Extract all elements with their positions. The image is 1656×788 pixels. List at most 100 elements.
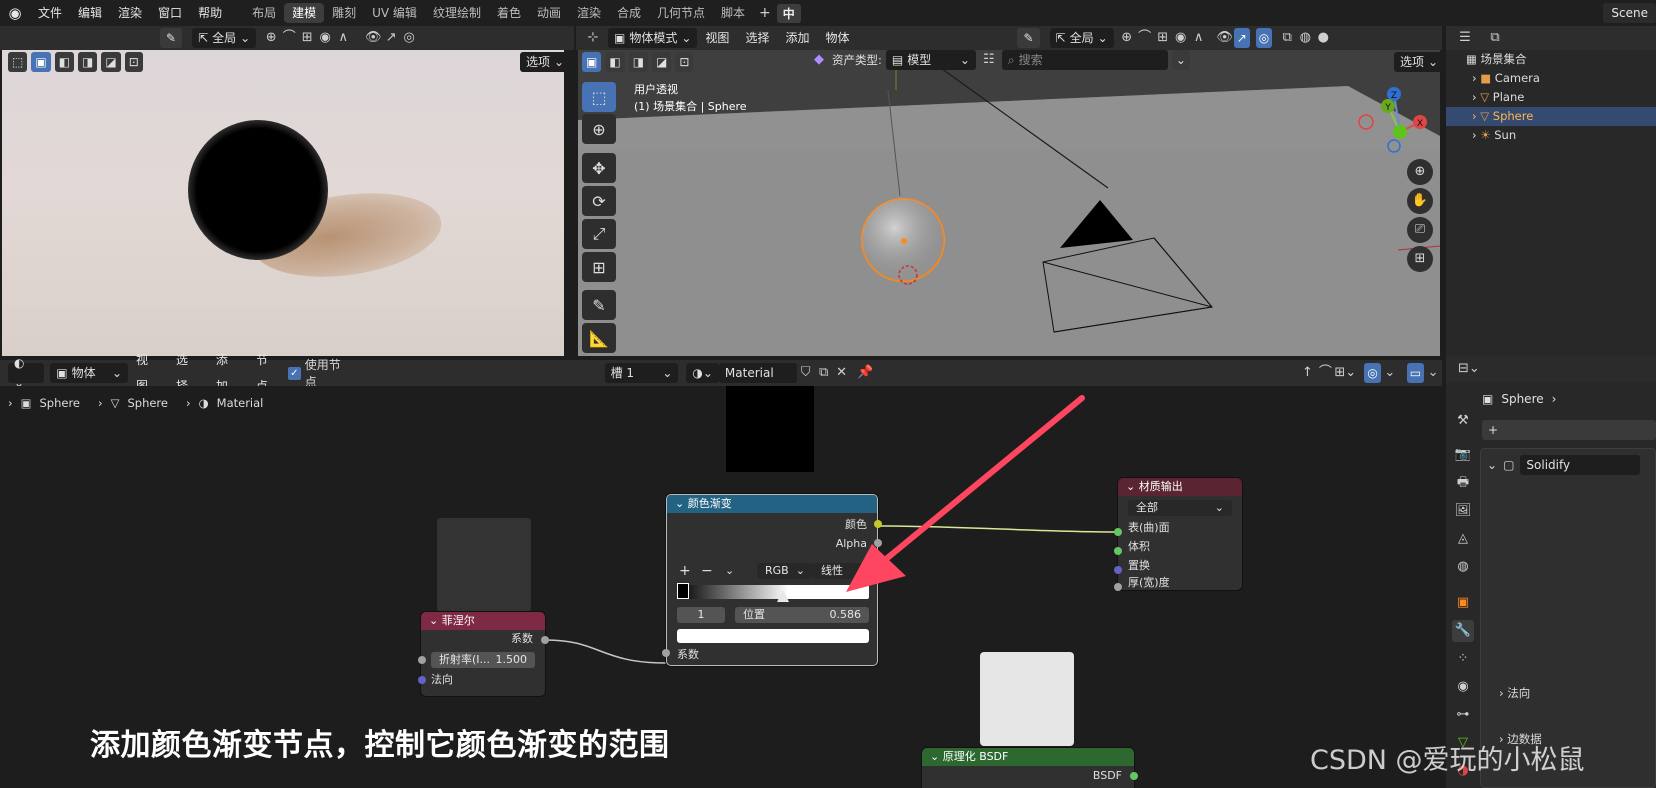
blender-logo-icon[interactable]: ◉ [0, 4, 30, 22]
vp-select-extend-icon[interactable]: ◧ [605, 52, 625, 72]
gizmo-neg-z-icon[interactable] [1387, 139, 1401, 153]
tab-sculpting[interactable]: 雕刻 [324, 3, 364, 23]
annotate-tool-icon[interactable]: ✎ [582, 290, 616, 320]
properties-type-icon[interactable]: ⊟⌄ [1458, 360, 1480, 378]
tab-modeling[interactable]: 建模 [284, 3, 325, 23]
tab-shading[interactable]: 着色 [489, 3, 529, 23]
pin-icon[interactable]: 📌 [857, 364, 875, 382]
mode-dropdown[interactable]: ▣ 物体模式 ⌄ [608, 28, 698, 48]
viewport-menu-add[interactable]: 添加 [777, 25, 817, 51]
normal-subpanel[interactable]: › 法向 [1499, 685, 1530, 701]
material-name-field[interactable]: Material [718, 363, 797, 383]
menu-render[interactable]: 渲染 [110, 0, 150, 26]
measure-tool-icon[interactable]: 📐 [582, 323, 616, 353]
fake-user-icon[interactable]: ⛉ [797, 364, 815, 382]
add-workspace-button[interactable]: + [753, 5, 777, 21]
proportional-icon[interactable]: ◉ [316, 29, 334, 47]
shading-wire-icon[interactable]: ◍ [1296, 29, 1314, 47]
zoom-icon[interactable]: ⊕ [1407, 159, 1433, 185]
vp-select-invert-icon[interactable]: ◪ [652, 52, 672, 72]
physics-tab-icon[interactable]: ◉ [1452, 676, 1474, 698]
viewport-falloff-icon[interactable]: ∧ [1190, 29, 1208, 47]
perspective-grid-icon[interactable]: ⊞ [1407, 246, 1433, 272]
menu-help[interactable]: 帮助 [190, 0, 230, 26]
node-snap-target-icon[interactable]: ⊞⌄ [1334, 364, 1356, 382]
select-intersect-icon[interactable]: ⊡ [124, 52, 143, 72]
use-nodes-checkbox[interactable]: ✓ 使用节点 [287, 356, 353, 390]
display-mode-icon[interactable]: ⧉ [1486, 29, 1504, 47]
viewport-visibility-icon[interactable]: 👁 [1216, 29, 1234, 47]
cursor-tool-icon[interactable]: ⊕ [582, 114, 616, 144]
node-overlay-icon[interactable]: ◎ [1364, 363, 1381, 383]
menu-window[interactable]: 窗口 [150, 0, 190, 26]
modifier-name-field[interactable]: Solidify [1520, 455, 1641, 475]
tab-geometry-nodes[interactable]: 几何节点 [649, 3, 713, 23]
gizmo-neg-x-icon[interactable] [1358, 114, 1374, 130]
overlay-icon[interactable]: ◎ [400, 29, 418, 47]
viewport-orientation-dropdown[interactable]: ⇱ 全局 ⌄ [1049, 28, 1114, 48]
select-extend-icon[interactable]: ◧ [54, 52, 75, 72]
gizmo-icon[interactable]: ↗ [382, 29, 400, 47]
output-tab-icon[interactable]: 🖶 [1452, 472, 1474, 494]
eyedropper-icon[interactable]: ✎ [160, 28, 183, 48]
asset-search-input[interactable]: ⌕ 搜索 [1001, 50, 1168, 70]
material-browse-icon[interactable]: ◑⌄ [686, 363, 719, 383]
axis-gizmo[interactable]: Z Y X [1356, 84, 1432, 160]
viewport-options-dropdown[interactable]: 选项 ⌄ [1394, 52, 1445, 72]
viewport-overlay-icon[interactable]: ◎ [1255, 28, 1273, 48]
tab-layout[interactable]: 布局 [244, 3, 284, 23]
language-toggle-button[interactable]: 中 [776, 3, 801, 23]
select-box-tool-icon[interactable]: ⬚ [582, 82, 616, 112]
unlink-icon[interactable]: ✕ [833, 364, 851, 382]
node-overlay-menu-icon[interactable]: ⌄ [1381, 364, 1399, 382]
snap-icon[interactable]: ⌒ [280, 29, 298, 47]
viewport-menu-view[interactable]: 视图 [697, 25, 737, 51]
outliner-scene-collection[interactable]: ▦ 场景集合 [1446, 50, 1656, 69]
viewport-snap-target-icon[interactable]: ⊞ [1154, 29, 1172, 47]
viewport-menu-select[interactable]: 选择 [737, 25, 777, 51]
asset-filter-icon[interactable]: ☷ [980, 51, 998, 69]
outliner-item-sun[interactable]: › ☀ Sun [1446, 126, 1656, 145]
duplicate-material-icon[interactable]: ⧉ [815, 364, 833, 382]
falloff-icon[interactable]: ∧ [334, 29, 352, 47]
asset-type-dropdown[interactable]: ▤ 模型 ⌄ [885, 50, 976, 70]
snap-target-icon[interactable]: ⊞ [298, 29, 316, 47]
constraints-tab-icon[interactable]: ⊶ [1452, 704, 1474, 726]
rotate-tool-icon[interactable]: ⟳ [582, 186, 616, 216]
select-invert-icon[interactable]: ◪ [101, 52, 121, 72]
sidebar-toggle-icon[interactable]: ▭ [1406, 363, 1425, 383]
viewport-proportional-icon[interactable]: ◉ [1172, 29, 1190, 47]
scale-tool-icon[interactable]: ⤢ [582, 219, 616, 249]
outliner-item-camera[interactable]: › ■ Camera [1446, 69, 1656, 88]
camera-view-icon[interactable]: ⎚ [1407, 217, 1433, 243]
tab-rendering[interactable]: 渲染 [569, 3, 609, 23]
vp-select-subtract-icon[interactable]: ◨ [628, 52, 649, 72]
node-snap-icon[interactable]: ⌒ [1316, 364, 1334, 382]
tab-compositing[interactable]: 合成 [609, 3, 649, 23]
viewport-gizmo-icon[interactable]: ↗ [1233, 28, 1250, 48]
world-tab-icon[interactable]: ◍ [1452, 556, 1474, 578]
render-options-dropdown[interactable]: 选项 ⌄ [520, 52, 571, 72]
viewport-menu-object[interactable]: 物体 [817, 25, 857, 51]
pivot-icon[interactable]: ⊕ [262, 29, 280, 47]
transform-tool-icon[interactable]: ⊞ [582, 252, 616, 282]
vp-select-intersect-icon[interactable]: ⊡ [675, 52, 694, 72]
shading-solid-icon[interactable]: ● [1314, 29, 1332, 47]
view-layer-tab-icon[interactable]: 🖼 [1452, 500, 1474, 522]
tab-scripting[interactable]: 脚本 [713, 3, 753, 23]
select-subtract-icon[interactable]: ◨ [78, 52, 98, 72]
outliner-item-sphere[interactable]: › ▽ Sphere [1446, 107, 1656, 126]
shader-type-dropdown[interactable]: ▣ 物体 ⌄ [50, 363, 129, 383]
tool-tab-icon[interactable]: ⚒ [1452, 410, 1474, 432]
menu-file[interactable]: 文件 [30, 0, 70, 26]
orientation-dropdown[interactable]: ⇱ 全局 ⌄ [192, 28, 257, 48]
scene-tab-icon[interactable]: ◬ [1452, 528, 1474, 550]
slot-dropdown[interactable]: 槽 1 ⌄ [604, 363, 679, 383]
editor-type-icon[interactable]: ⊹ [584, 29, 602, 47]
xray-icon[interactable]: ⧉ [1278, 29, 1296, 47]
add-modifier-button[interactable]: + [1482, 420, 1656, 440]
sidebar-menu-icon[interactable]: ⌄ [1424, 364, 1442, 382]
modifier-tab-icon[interactable]: 🔧 [1452, 620, 1474, 642]
select-new-icon[interactable]: ▣ [31, 52, 51, 72]
viewport-eyedropper-icon[interactable]: ✎ [1017, 28, 1040, 48]
